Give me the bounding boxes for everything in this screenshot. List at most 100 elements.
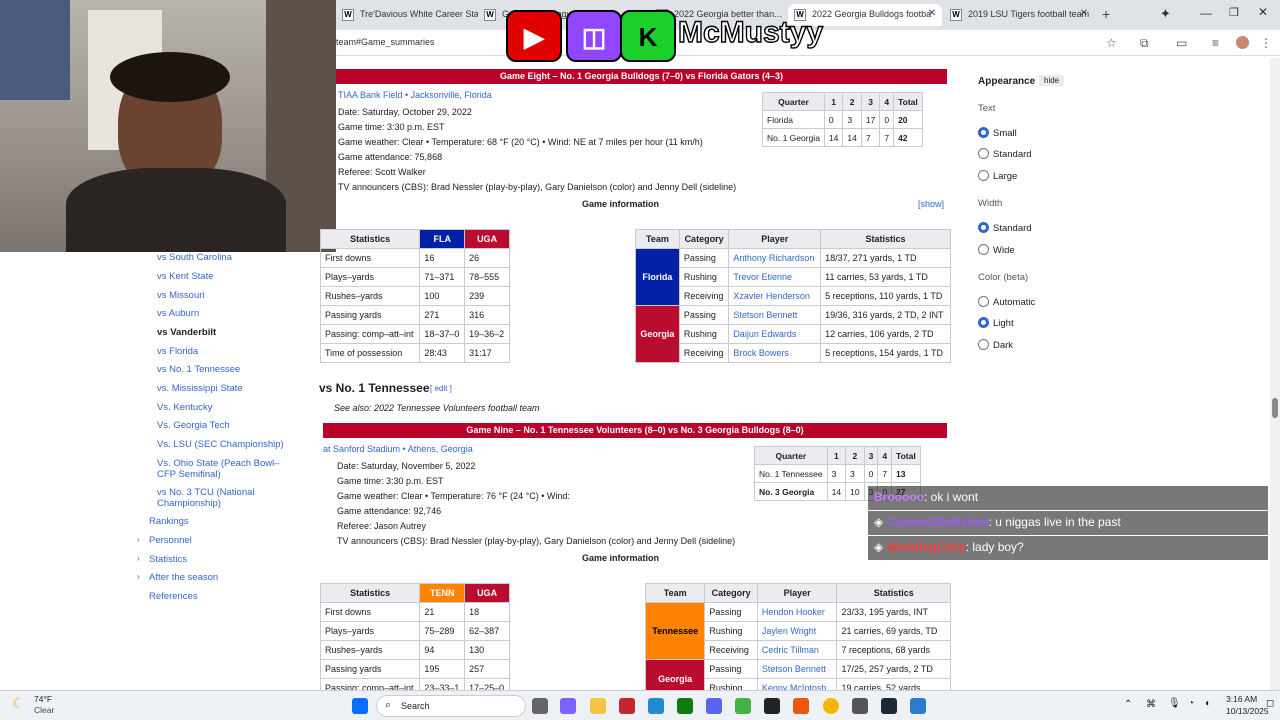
app-icon[interactable] xyxy=(793,698,809,714)
extensions-icon[interactable]: ⧉ xyxy=(1140,36,1149,51)
microphone-icon[interactable]: 🎙 xyxy=(1168,698,1181,709)
player-stat: 5 receptions, 110 yards, 1 TD xyxy=(820,286,951,306)
chevron-right-icon[interactable]: › xyxy=(137,572,140,581)
score-team: No. 1 Tennessee xyxy=(754,464,828,483)
windows-start-icon[interactable] xyxy=(352,698,368,714)
toc-section-references[interactable]: References xyxy=(149,591,198,602)
toc-item[interactable]: vs No. 3 TCU (National xyxy=(157,487,255,498)
toc-item[interactable]: vs Auburn xyxy=(157,308,199,319)
app-icon[interactable] xyxy=(764,698,780,714)
toc-section-statistics[interactable]: Statistics xyxy=(149,554,187,565)
chevron-right-icon[interactable]: › xyxy=(137,554,140,563)
player-link[interactable]: Cedric Tillman xyxy=(756,640,838,660)
url-text[interactable]: team#Game_summaries xyxy=(336,37,435,47)
chevron-up-icon[interactable]: ⌃ xyxy=(1124,699,1132,710)
radio-color-light[interactable] xyxy=(978,317,989,328)
spreadsheet-icon[interactable] xyxy=(735,698,751,714)
minimize-icon[interactable]: — xyxy=(1200,6,1212,20)
menu-icon[interactable]: ⋮ xyxy=(1260,36,1272,50)
toc-item[interactable]: vs. Mississippi State xyxy=(157,383,243,394)
profile-avatar[interactable] xyxy=(1236,36,1249,49)
discord-icon[interactable] xyxy=(706,698,722,714)
player-link[interactable]: Trevor Etienne xyxy=(728,267,822,287)
toc-item[interactable]: Vs. Kentucky xyxy=(157,402,212,413)
sidebar-icon[interactable]: ▭ xyxy=(1176,36,1187,50)
toc-item[interactable]: CFP Semifinal) xyxy=(157,469,221,480)
twitch-icon: ◫ xyxy=(566,10,622,62)
restore-icon[interactable]: ❐ xyxy=(1229,6,1239,19)
game9-location[interactable]: at Sanford Stadium • Athens, Georgia xyxy=(323,444,473,454)
radio-color-dark[interactable] xyxy=(978,339,989,350)
reading-list-icon[interactable]: ≡ xyxy=(1212,36,1219,50)
network-icon[interactable]: ⌘ xyxy=(1146,699,1156,710)
radio-text-large[interactable] xyxy=(978,170,989,181)
copilot-icon[interactable] xyxy=(560,698,576,714)
player-link[interactable]: Brock Bowers xyxy=(728,343,822,363)
clock-time[interactable]: 3:16 AM xyxy=(1226,694,1257,704)
radio-text-standard[interactable] xyxy=(978,148,989,159)
toc-section-rankings[interactable]: Rankings xyxy=(149,516,189,527)
browser-tab[interactable]: W Tre'Davious White Career Stats xyxy=(336,4,478,26)
wifi-icon[interactable]: ◔ xyxy=(1188,698,1194,709)
edit-section-link[interactable]: [ edit ] xyxy=(430,384,452,393)
toc-item[interactable]: vs Missouri xyxy=(157,290,205,301)
close-tab-icon[interactable]: ✕ xyxy=(1080,8,1088,19)
weather-temp[interactable]: 74°F xyxy=(34,694,52,704)
clock-date[interactable]: 10/13/2025 xyxy=(1226,706,1269,716)
radio-color-automatic[interactable] xyxy=(978,296,989,307)
scrollbar-track[interactable] xyxy=(1270,58,1280,690)
bookmark-star-icon[interactable]: ☆ xyxy=(1106,36,1117,50)
chat-text: : ok i wont xyxy=(924,490,979,504)
edge-icon[interactable] xyxy=(648,698,664,714)
new-tab-icon[interactable]: + xyxy=(1102,6,1110,22)
file-explorer-icon[interactable] xyxy=(590,698,606,714)
steam-icon[interactable] xyxy=(881,698,897,714)
radio-width-wide[interactable] xyxy=(978,244,989,255)
scrollbar-thumb[interactable] xyxy=(1272,398,1278,418)
obs-icon[interactable] xyxy=(852,698,868,714)
player-link[interactable]: Xzavier Henderson xyxy=(728,286,822,306)
hide-button[interactable]: hide xyxy=(1039,75,1065,86)
toc-item[interactable]: Vs. Georgia Tech xyxy=(157,420,230,431)
toc-item[interactable]: Vs. Ohio State (Peach Bowl– xyxy=(157,458,280,469)
chat-message: Brooooo: ok i wont xyxy=(868,486,1268,510)
toc-item[interactable]: Vs. LSU (SEC Championship) xyxy=(157,439,284,450)
xbox-icon[interactable] xyxy=(677,698,693,714)
task-view-icon[interactable] xyxy=(532,698,548,714)
player-header: Team xyxy=(644,583,706,603)
opera-icon[interactable] xyxy=(619,698,635,714)
taskbar-search-box[interactable]: ⌕ Search xyxy=(376,695,526,717)
volume-icon[interactable]: ◖ xyxy=(1204,698,1210,709)
chat-message: ◈ Cxxnne2Switches: u niggas live in the … xyxy=(868,511,1268,535)
toc-item[interactable]: vs No. 1 Tennessee xyxy=(157,364,240,375)
notification-icon[interactable]: ◻ xyxy=(1266,698,1274,709)
toc-item-current[interactable]: vs Vanderbilt xyxy=(157,327,216,338)
player-link[interactable]: Jaylen Wright xyxy=(756,621,838,641)
chrome-icon[interactable] xyxy=(823,698,839,714)
player-link[interactable]: Anthony Richardson xyxy=(728,248,822,268)
toc-section-personnel[interactable]: Personnel xyxy=(149,535,192,546)
close-window-icon[interactable]: ✕ xyxy=(1258,5,1268,19)
wikipedia-icon: W xyxy=(342,9,354,21)
player-link[interactable]: Stetson Bennett xyxy=(756,659,838,679)
gemini-icon[interactable]: ✦ xyxy=(1160,6,1171,22)
toc-item[interactable]: Championship) xyxy=(157,498,221,509)
toc-item[interactable]: vs Florida xyxy=(157,346,198,357)
toc-item[interactable]: vs Kent State xyxy=(157,271,214,282)
category-cell: Passing xyxy=(678,248,730,268)
player-link[interactable]: Daijun Edwards xyxy=(728,324,822,344)
toc-item[interactable]: vs South Carolina xyxy=(157,252,232,263)
player-link[interactable]: Stetson Bennett xyxy=(728,305,822,325)
app-icon[interactable] xyxy=(910,698,926,714)
weather-icon[interactable]: ☾ xyxy=(12,695,25,712)
game8-show-link[interactable]: [show] xyxy=(918,199,944,209)
toc-section-after-season[interactable]: After the season xyxy=(149,572,218,583)
browser-tab[interactable]: W 2019 LSU Tigers football team ✕ xyxy=(944,4,1094,26)
chevron-right-icon[interactable]: › xyxy=(137,535,140,544)
close-tab-icon[interactable]: ✕ xyxy=(928,8,936,19)
player-link[interactable]: Hendon Hooker xyxy=(756,602,838,622)
see-also-note[interactable]: See also: 2022 Tennessee Volunteers foot… xyxy=(334,403,539,413)
radio-text-small[interactable] xyxy=(978,127,989,138)
radio-width-standard[interactable] xyxy=(978,222,989,233)
game8-location[interactable]: TIAA Bank Field • Jacksonville, Florida xyxy=(338,90,492,100)
